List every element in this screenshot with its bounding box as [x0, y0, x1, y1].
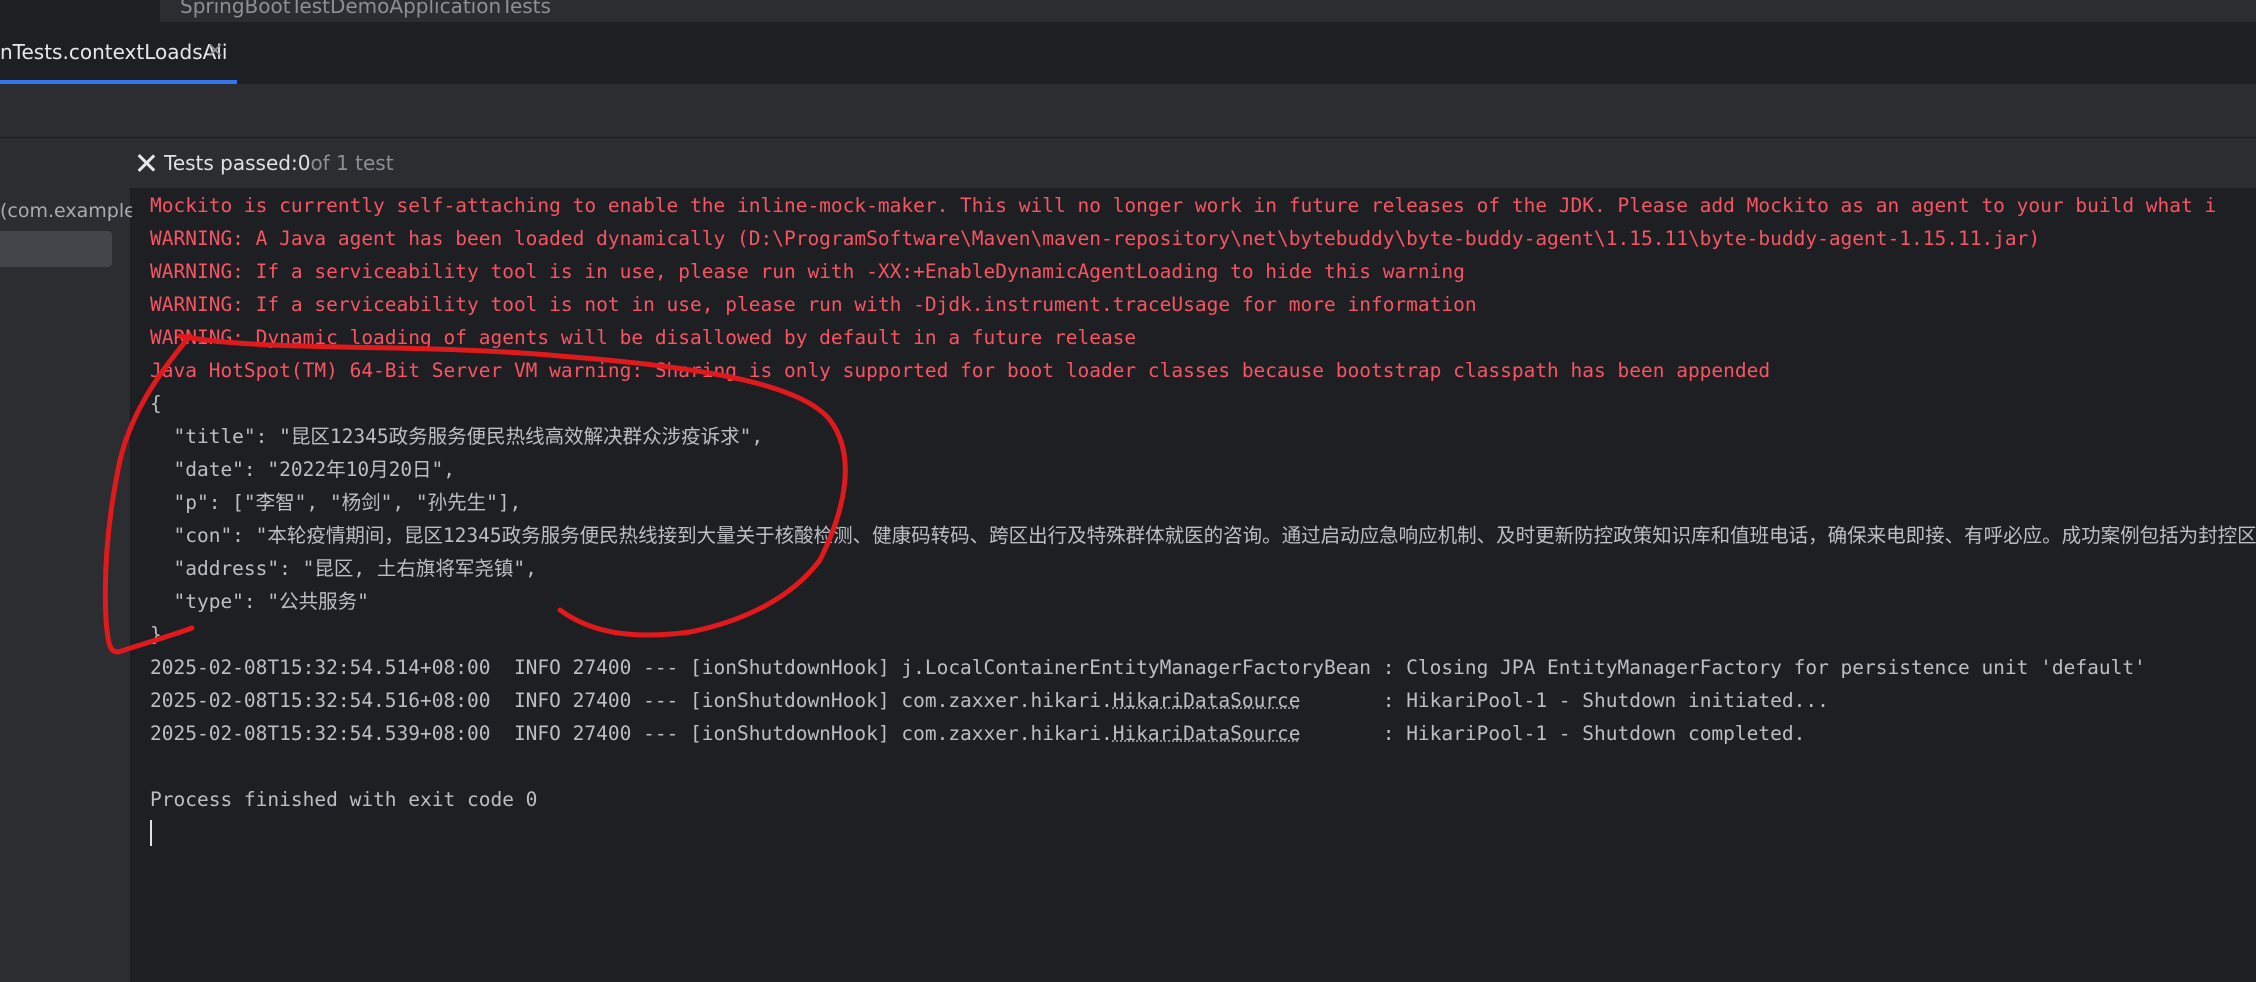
console-warning-line: WARNING: If a serviceability tool is in …: [150, 260, 1465, 283]
status-count: 0: [297, 151, 311, 175]
json-line: "con": "本轮疫情期间，昆区12345政务服务便民热线接到大量关于核酸检测…: [150, 524, 2256, 547]
log-text: 2025-02-08T15:32:54.514+08:00 INFO 27400…: [150, 656, 2146, 679]
test-tree-panel: (com.example.: [0, 188, 142, 982]
class-link[interactable]: HikariDataSource: [1113, 722, 1301, 745]
console-output[interactable]: Mockito is currently self-attaching to e…: [132, 188, 2256, 982]
class-link[interactable]: HikariDataSource: [1113, 689, 1301, 712]
editor-tab-left[interactable]: [0, 0, 160, 22]
editor-tab-strip: SpringBootTestDemoApplicationTests: [0, 0, 2256, 22]
status-prefix: Tests passed:: [164, 151, 298, 175]
test-status-row: Tests passed: 0 of 1 test: [0, 138, 2256, 189]
console-warning-line: Java HotSpot(TM) 64-Bit Server VM warnin…: [150, 359, 1771, 382]
log-line: 2025-02-08T15:32:54.514+08:00 INFO 27400…: [150, 651, 2146, 684]
log-text: 2025-02-08T15:32:54.516+08:00 INFO 27400…: [150, 689, 1113, 712]
console-warning-line: Mockito is currently self-attaching to e…: [150, 194, 2217, 217]
json-line: "title": "昆区12345政务服务便民热线高效解决群众涉疫诉求",: [150, 425, 764, 448]
json-line: "p": ["李智", "杨剑", "孙先生"],: [150, 491, 522, 514]
json-line: }: [150, 623, 162, 646]
json-line: "address": "昆区, 土右旗将军尧镇",: [150, 557, 537, 580]
console-warning-line: WARNING: If a serviceability tool is not…: [150, 293, 1477, 316]
log-text: 2025-02-08T15:32:54.539+08:00 INFO 27400…: [150, 722, 1113, 745]
test-tree-item[interactable]: (com.example.: [0, 200, 142, 222]
log-line: 2025-02-08T15:32:54.539+08:00 INFO 27400…: [150, 717, 1805, 750]
console-warning-line: WARNING: A Java agent has been loaded dy…: [150, 227, 2041, 250]
json-line: "type": "公共服务": [150, 590, 369, 613]
test-status: Tests passed: 0 of 1 test: [136, 138, 394, 188]
log-text: : HikariPool-1 - Shutdown completed.: [1300, 722, 1806, 745]
console-warning-line: WARNING: Dynamic loading of agents will …: [150, 326, 1137, 349]
close-icon[interactable]: ×: [206, 38, 224, 63]
run-tab-contextloadsali[interactable]: nTests.contextLoadsAli ×: [0, 22, 237, 84]
json-line: {: [150, 392, 162, 415]
test-tree-selected-row[interactable]: [0, 231, 112, 267]
log-text: : HikariPool-1 - Shutdown initiated...: [1300, 689, 1829, 712]
run-toolbar: [0, 85, 2256, 138]
breadcrumb-file[interactable]: SpringBootTestDemoApplicationTests: [180, 0, 551, 18]
failed-x-icon: [136, 153, 156, 173]
run-tab-label: nTests.contextLoadsAli: [0, 40, 228, 64]
active-tab-underline: [0, 80, 237, 84]
run-tab-bar: nTests.contextLoadsAli ×: [0, 22, 2256, 85]
json-line: "date": "2022年10月20日",: [150, 458, 456, 481]
status-suffix: of 1 test: [310, 151, 394, 175]
text-cursor: [150, 820, 152, 846]
log-line: 2025-02-08T15:32:54.516+08:00 INFO 27400…: [150, 684, 1829, 717]
exit-message: Process finished with exit code 0: [150, 788, 538, 811]
